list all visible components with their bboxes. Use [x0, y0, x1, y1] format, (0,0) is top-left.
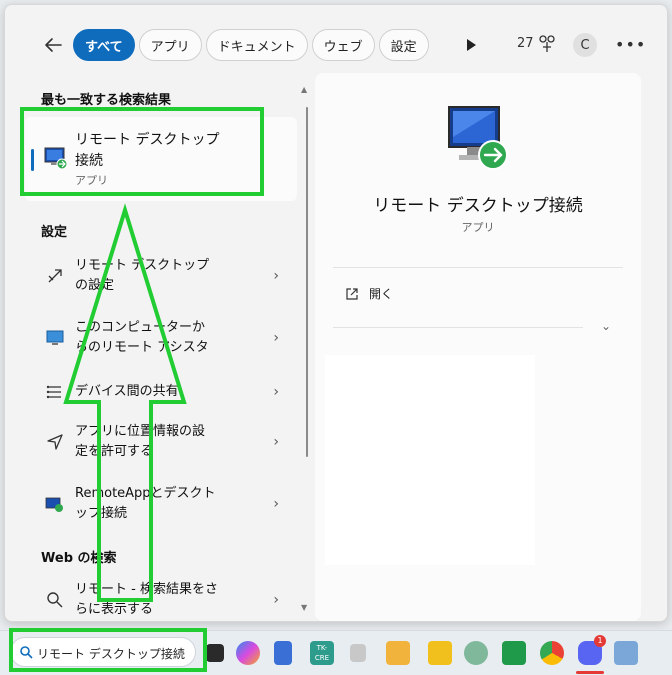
settings-item-label: リモート デスクトップ の設定: [75, 256, 255, 296]
open-action[interactable]: 開く: [345, 285, 393, 302]
settings-item-location[interactable]: アプリに位置情報の設 定を許可する ›: [25, 417, 297, 467]
taskbar-search-box[interactable]: リモート デスクトップ接続: [10, 637, 196, 667]
settings-item-line1: デバイス間の共有: [75, 384, 179, 399]
back-arrow-icon: [45, 38, 62, 52]
taskbar-search-input[interactable]: リモート デスクトップ接続: [37, 645, 185, 662]
settings-item-line2: らのリモート アシスタ: [75, 340, 209, 355]
settings-item-remoteapp[interactable]: RemoteAppとデスクト ップ接続 ›: [25, 479, 297, 529]
share-icon: [46, 385, 61, 399]
monitor-icon: [46, 330, 64, 345]
tab-apps[interactable]: アプリ: [138, 29, 202, 61]
web-search-heading: Web の検索: [41, 551, 117, 566]
more-tabs-button[interactable]: [463, 35, 479, 55]
divider: [333, 267, 623, 268]
best-match-result[interactable]: リモート デスクトップ 接続 アプリ: [25, 117, 297, 201]
settings-item-line1: リモート デスクトップ: [75, 258, 210, 273]
more-options-icon[interactable]: •••: [615, 35, 646, 54]
remote-settings-icon: [48, 269, 62, 283]
notepad-icon[interactable]: [274, 641, 292, 665]
settings-item-line2: 定を許可する: [75, 444, 154, 459]
best-match-name-line2: 接続: [75, 153, 103, 169]
best-match-name: リモート デスクトップ 接続: [75, 130, 265, 172]
taskbar: リモート デスクトップ接続 TK- CRE 1: [0, 630, 672, 675]
chevron-right-icon: ›: [273, 496, 279, 512]
printer-icon[interactable]: [350, 644, 366, 662]
web-search-line1: リモート - 検索結果をさ: [75, 582, 218, 597]
rewards-points: 27: [517, 36, 534, 51]
discord-icon[interactable]: 1: [578, 635, 606, 665]
notification-badge: 1: [594, 635, 606, 647]
chevron-right-icon: ›: [273, 384, 279, 400]
settings-heading: 設定: [41, 225, 68, 240]
open-label: 開く: [369, 287, 394, 301]
rewards-icon[interactable]: [538, 34, 556, 58]
settings-item-label: アプリに位置情報の設 定を許可する: [75, 422, 255, 462]
detail-app-type: アプリ: [461, 221, 495, 234]
play-icon: [467, 39, 476, 51]
scroll-up-icon[interactable]: ▲: [301, 85, 307, 94]
remote-app-taskbar-icon[interactable]: [614, 641, 638, 665]
settings-item-line1: このコンピューターか: [75, 320, 206, 335]
avatar[interactable]: C: [573, 33, 597, 57]
tk-cre-app-icon[interactable]: TK- CRE: [310, 641, 334, 665]
settings-item-device-sharing[interactable]: デバイス間の共有 ›: [25, 367, 297, 417]
expand-chevron-icon[interactable]: ⌄: [601, 319, 611, 333]
scroll-down-icon[interactable]: ▼: [301, 603, 307, 612]
tk-label-1: TK-: [316, 644, 328, 652]
blank-content-area: [325, 355, 535, 565]
search-header: すべて アプリ ドキュメント ウェブ 設定 27 C •••: [5, 5, 667, 75]
chevron-right-icon: ›: [273, 268, 279, 284]
settings-item-remote-assist[interactable]: このコンピューターか らのリモート アシスタ ›: [25, 313, 297, 363]
sticky-app-icon[interactable]: [428, 641, 452, 665]
best-match-heading: 最も一致する検索結果: [41, 93, 172, 108]
tab-settings[interactable]: 設定: [378, 29, 429, 61]
settings-item-label: デバイス間の共有: [75, 382, 255, 402]
search-icon: [20, 646, 33, 659]
web-search-label: リモート - 検索結果をさ らに表示する: [75, 580, 255, 620]
chrome-icon[interactable]: [540, 641, 564, 665]
settings-item-line1: RemoteAppとデスクト: [75, 486, 216, 501]
remoteapp-icon: [45, 497, 63, 512]
green-plus-app-icon[interactable]: [502, 641, 526, 665]
tab-all[interactable]: すべて: [73, 29, 135, 61]
best-match-type: アプリ: [75, 174, 108, 187]
search-window: すべて アプリ ドキュメント ウェブ 設定 27 C ••• 最も一致する検索結…: [4, 4, 668, 622]
chevron-right-icon: ›: [273, 434, 279, 450]
settings-item-line1: アプリに位置情報の設: [75, 424, 206, 439]
selection-indicator: [31, 149, 34, 171]
settings-item-line2: の設定: [75, 278, 115, 293]
web-search-line2: らに表示する: [75, 602, 154, 617]
back-button[interactable]: [39, 31, 67, 59]
settings-item-remote-desktop[interactable]: リモート デスクトップ の設定 ›: [25, 251, 297, 301]
settings-item-line2: ップ接続: [75, 506, 128, 521]
chevron-right-icon: ›: [273, 330, 279, 346]
settings-item-label: RemoteAppとデスクト ップ接続: [75, 484, 255, 524]
web-search-result[interactable]: リモート - 検索結果をさ らに表示する ›: [25, 575, 297, 621]
tab-web[interactable]: ウェブ: [311, 29, 375, 61]
settings-item-label: このコンピューターか らのリモート アシスタ: [75, 318, 255, 358]
open-external-icon: [346, 287, 358, 300]
search-icon: [47, 592, 63, 608]
remote-desktop-icon: [44, 147, 68, 170]
chatgpt-icon[interactable]: [464, 641, 488, 665]
remote-desktop-large-icon: [448, 106, 508, 170]
best-match-name-line1: リモート デスクトップ: [75, 132, 220, 148]
detail-app-name: リモート デスクトップ接続: [373, 196, 583, 216]
location-icon: [47, 434, 63, 450]
divider: [333, 327, 583, 328]
file-explorer-icon[interactable]: [386, 641, 410, 665]
filter-tabs: すべて アプリ ドキュメント ウェブ 設定: [73, 29, 429, 61]
chevron-right-icon: ›: [273, 592, 279, 608]
task-view-icon[interactable]: [206, 644, 224, 662]
copilot-icon[interactable]: [236, 641, 260, 665]
scrollbar-thumb[interactable]: [306, 107, 308, 457]
tk-label-2: CRE: [314, 654, 330, 662]
tab-documents[interactable]: ドキュメント: [205, 29, 308, 61]
detail-pane: リモート デスクトップ接続 アプリ 開く ⌄: [315, 73, 641, 621]
results-list: 最も一致する検索結果 リモート デスクトップ 接続 アプリ 設定 リモート デス…: [5, 75, 305, 621]
